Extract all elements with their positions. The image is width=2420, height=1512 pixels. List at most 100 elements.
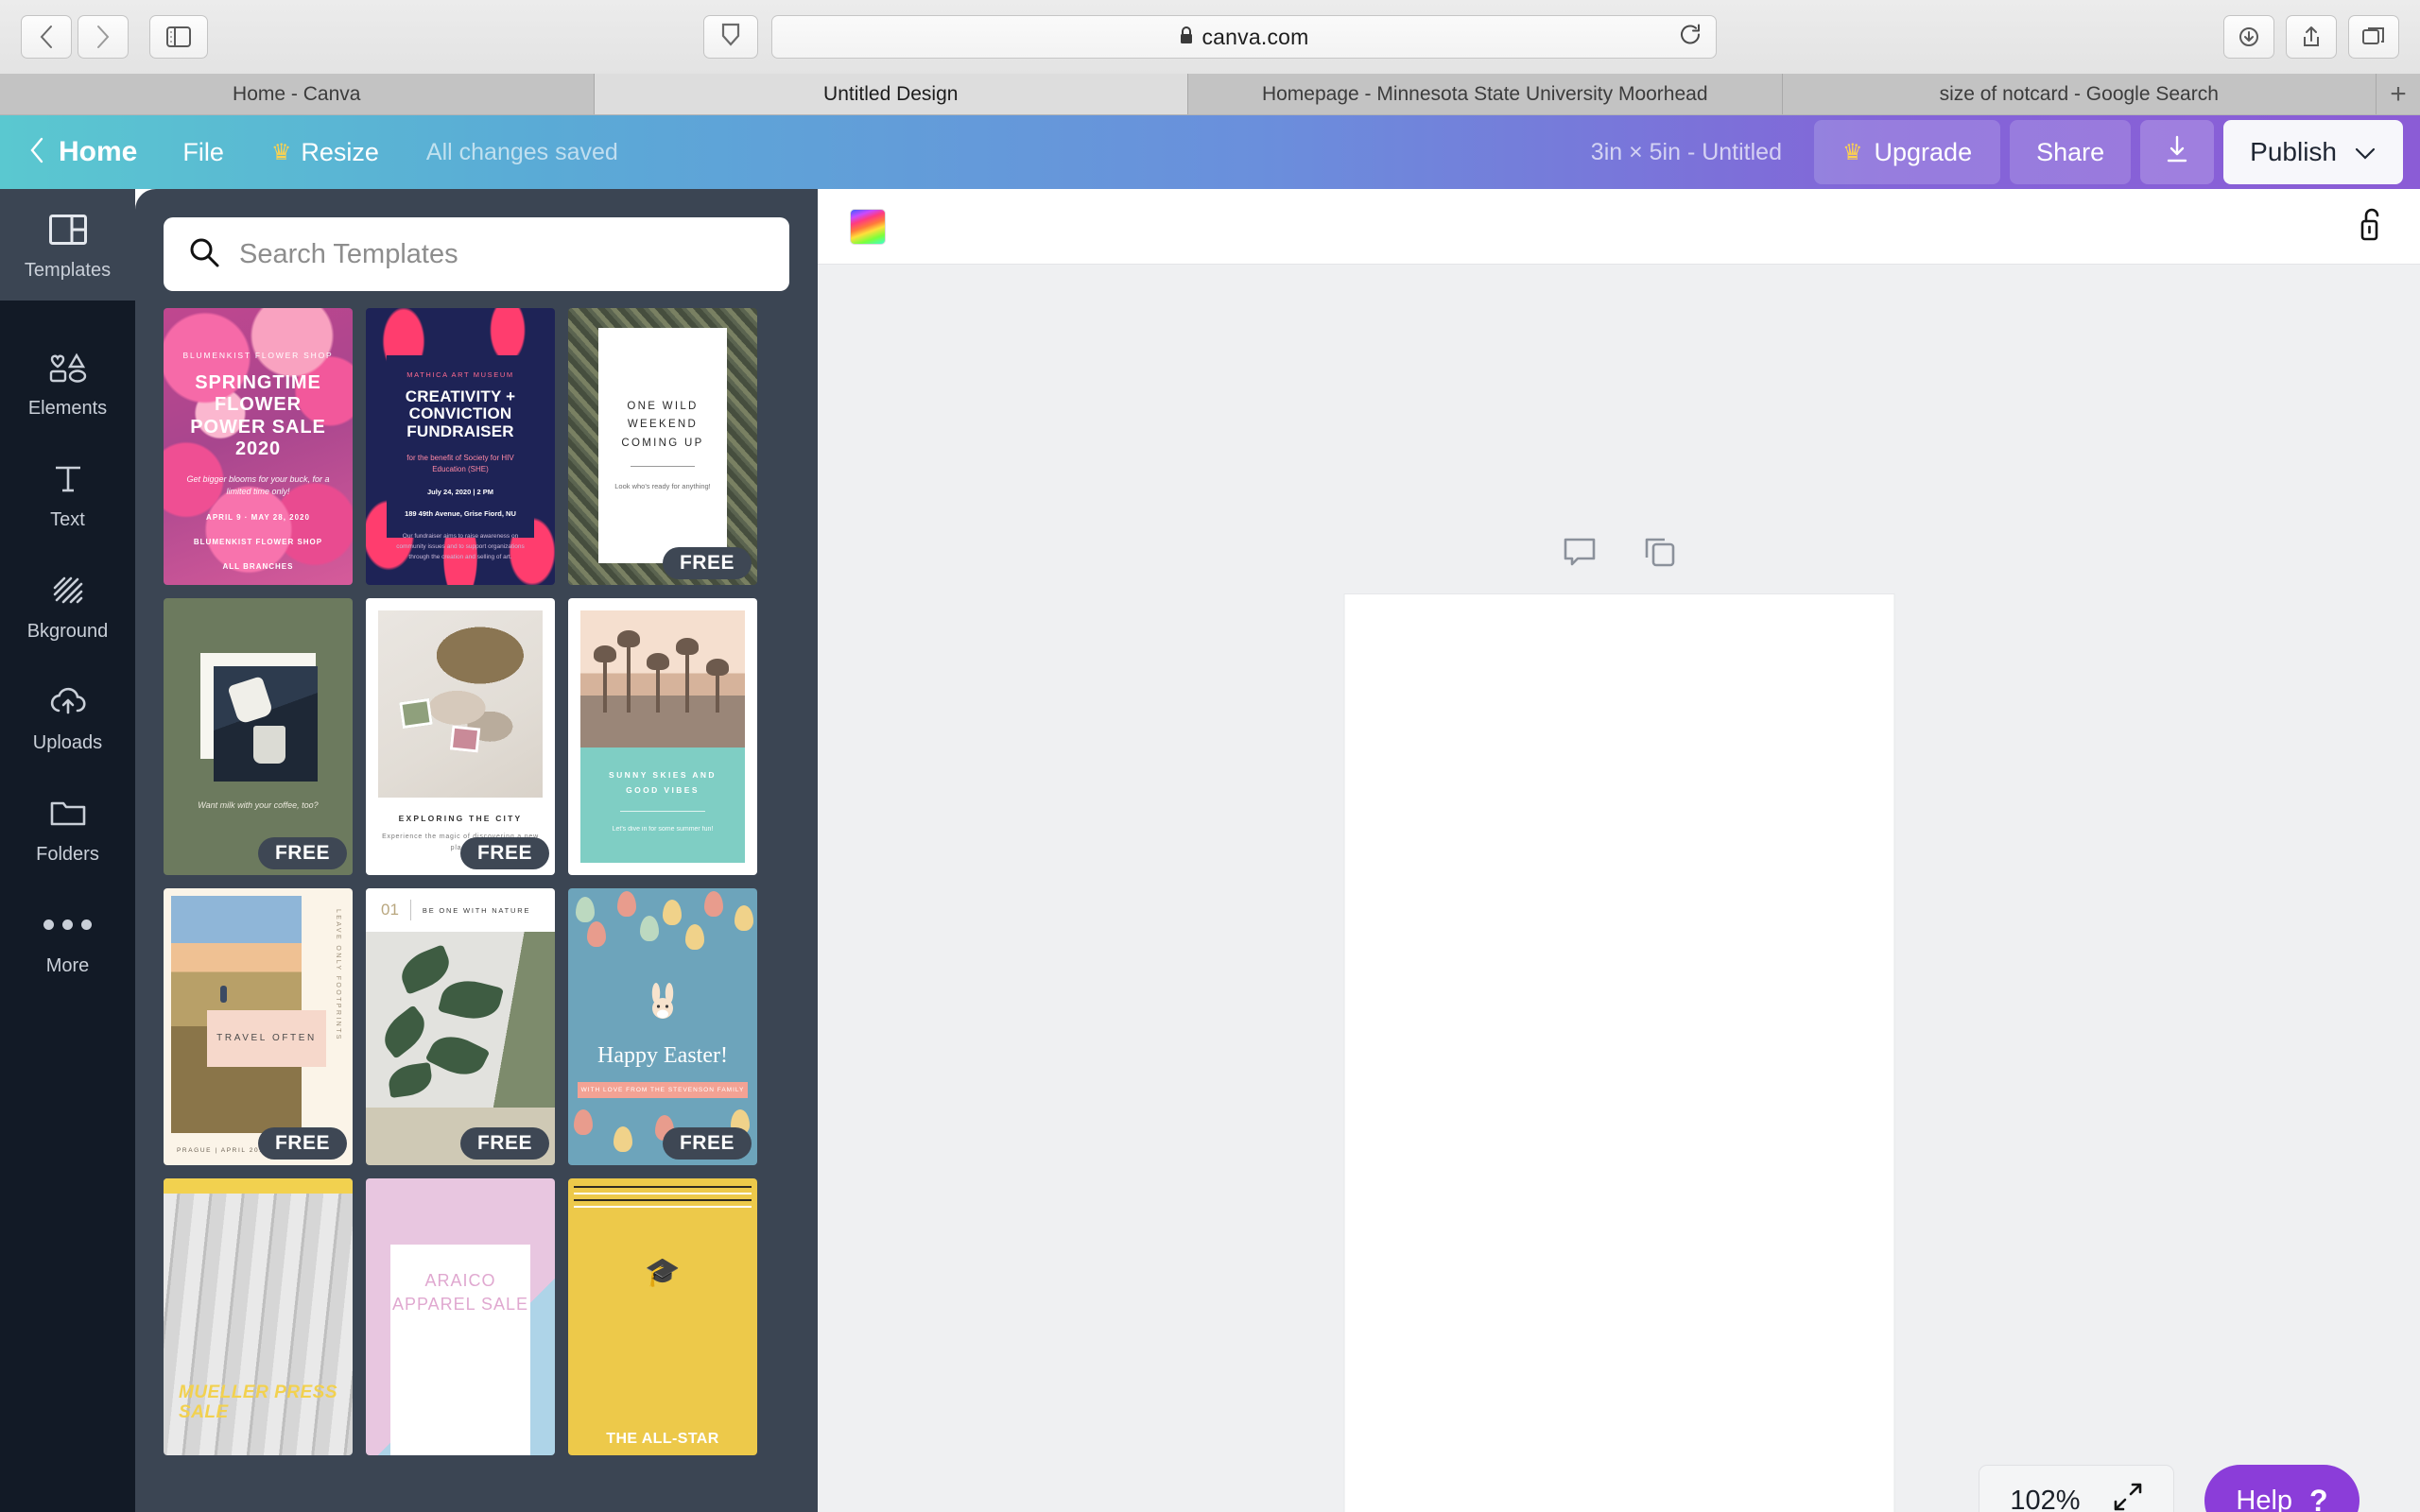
- design-page-canvas[interactable]: [1343, 593, 1894, 1512]
- sidebar-item-more[interactable]: More: [0, 885, 135, 996]
- zoom-control[interactable]: 102%: [1979, 1465, 2174, 1512]
- url-inner: canva.com: [1179, 25, 1308, 50]
- expand-arrows-icon[interactable]: [2113, 1482, 2143, 1512]
- template-body: Our fundraiser aims to raise awareness o…: [396, 533, 525, 561]
- question-mark-icon: ?: [2309, 1483, 2328, 1512]
- sidebar-item-elements[interactable]: Elements: [0, 327, 135, 438]
- file-menu-button[interactable]: File: [182, 138, 224, 167]
- coffee-photo: [214, 666, 318, 782]
- duplicate-page-button[interactable]: [1644, 537, 1676, 572]
- sidebar-item-label: Templates: [24, 259, 112, 281]
- palms-photo: [580, 610, 745, 748]
- template-fine-print: Get up to 30% off on choice blooms fresh…: [177, 584, 339, 585]
- browser-tab-active[interactable]: Untitled Design: [594, 74, 1188, 114]
- sidebar-item-text[interactable]: Text: [0, 438, 135, 550]
- file-label: File: [182, 137, 224, 166]
- back-chevron-icon: [28, 136, 45, 169]
- home-button[interactable]: Home: [28, 136, 137, 169]
- sidebar-item-label: More: [45, 954, 90, 976]
- template-card[interactable]: ONE WILD WEEKEND COMING UP Look who's re…: [568, 308, 757, 585]
- divider: [409, 900, 411, 920]
- free-badge: FREE: [257, 837, 347, 869]
- rail-spacer: [0, 301, 135, 327]
- sidebar-toggle-icon: [166, 26, 191, 47]
- unlock-icon: [2356, 208, 2388, 247]
- template-card[interactable]: Want milk with your coffee, too? FREE: [164, 598, 353, 875]
- divider: [620, 810, 705, 812]
- url-text: canva.com: [1201, 24, 1309, 49]
- chevron-down-icon: [2354, 137, 2377, 167]
- template-card[interactable]: ARAICO APPAREL SALE: [366, 1178, 555, 1455]
- help-button[interactable]: Help ?: [2204, 1465, 2360, 1512]
- template-card[interactable]: Happy Easter! WITH LOVE FROM THE STEVENS…: [568, 888, 757, 1165]
- template-card[interactable]: MATHICA ART MUSEUM CREATIVITY + CONVICTI…: [366, 308, 555, 585]
- upgrade-button[interactable]: ♛ Upgrade: [1814, 120, 2001, 184]
- share-button[interactable]: Share: [2010, 120, 2132, 184]
- sidebar-item-uploads[interactable]: Uploads: [0, 662, 135, 773]
- template-card[interactable]: EXPLORING THE CITY Experience the magic …: [366, 598, 555, 875]
- forward-button[interactable]: [78, 15, 129, 59]
- template-inner-card: ARAICO APPAREL SALE: [390, 1245, 530, 1455]
- browser-chrome: canva.com Home - Canva Untitled Design H…: [0, 0, 2420, 115]
- template-card[interactable]: SUNNY SKIES AND GOOD VIBES Let's dive in…: [568, 598, 757, 875]
- unlock-button[interactable]: [2356, 205, 2388, 248]
- share-button[interactable]: [2286, 15, 2337, 59]
- header-right-group: 3in × 5in - Untitled ♛ Upgrade Share Pub…: [1591, 115, 2420, 189]
- sidebar-item-templates[interactable]: Templates: [0, 189, 135, 301]
- divider: [631, 466, 695, 468]
- resize-label: Resize: [301, 137, 379, 166]
- tab-overview-button[interactable]: [2348, 15, 2399, 59]
- downloads-icon: [2238, 26, 2259, 48]
- sidebar-item-label: Text: [50, 508, 85, 530]
- download-button[interactable]: [2140, 120, 2215, 184]
- toolbar-right-buttons: [2223, 15, 2399, 59]
- resize-button[interactable]: ♛ Resize: [271, 138, 379, 167]
- sidebar-item-label: Bkground: [26, 620, 109, 642]
- back-button[interactable]: [21, 15, 72, 59]
- template-card[interactable]: 01 BE ONE WITH NATURE FREE: [366, 888, 555, 1165]
- comment-button[interactable]: [1563, 537, 1597, 572]
- template-card[interactable]: BLUMENKIST FLOWER SHOP SPRINGTIME FLOWER…: [164, 308, 353, 585]
- caption-band: SUNNY SKIES AND GOOD VIBES Let's dive in…: [580, 747, 745, 863]
- template-caption: Want milk with your coffee, too?: [198, 800, 319, 810]
- sidebar-item-label: Folders: [36, 843, 99, 865]
- free-badge: FREE: [459, 837, 549, 869]
- template-card[interactable]: MUELLER PRESS SALE: [164, 1178, 353, 1455]
- template-headline: ARAICO APPAREL SALE: [391, 1271, 529, 1314]
- search-wrapper: Search Templates: [135, 189, 818, 308]
- privacy-shield-button[interactable]: [703, 15, 758, 59]
- template-headline: BE ONE WITH NATURE: [422, 905, 531, 915]
- browser-tab[interactable]: Home - Canva: [0, 74, 595, 114]
- canvas-toolbar: [818, 189, 2420, 265]
- browser-tab[interactable]: Homepage - Minnesota State University Mo…: [1188, 74, 1783, 114]
- publish-button[interactable]: Publish: [2223, 120, 2403, 184]
- rainbow-color-swatch[interactable]: [850, 208, 886, 245]
- figure-silhouette: [220, 986, 228, 1004]
- background-icon: [51, 570, 85, 611]
- free-badge: FREE: [459, 1127, 549, 1160]
- template-headline: Happy Easter!: [597, 1043, 728, 1069]
- template-card[interactable]: 🎓 THE ALL-STAR: [568, 1178, 757, 1455]
- forward-chevron-icon: [95, 24, 112, 50]
- tab-overview-icon: [2362, 26, 2385, 47]
- sidebar-item-folders[interactable]: Folders: [0, 773, 135, 885]
- downloads-button[interactable]: [2223, 15, 2274, 59]
- address-bar[interactable]: canva.com: [771, 15, 1717, 59]
- template-card[interactable]: LEAVE ONLY FOOTPRINTS TRAVEL OFTEN PRAGU…: [164, 888, 353, 1165]
- template-subline: Get bigger blooms for your buck, for a l…: [186, 473, 330, 497]
- publish-label: Publish: [2250, 137, 2337, 166]
- reload-button[interactable]: [1678, 23, 1703, 52]
- plant-photo: [366, 932, 555, 1108]
- elements-icon: [48, 347, 88, 388]
- browser-tab[interactable]: size of notcard - Google Search: [1782, 74, 2377, 114]
- template-footer: PRAGUE | APRIL 2018: [177, 1147, 269, 1154]
- photo-frame: [200, 653, 318, 782]
- free-badge: FREE: [662, 1127, 752, 1160]
- sidebar-item-bkground[interactable]: Bkground: [0, 550, 135, 662]
- sidebar-toggle-button[interactable]: [149, 15, 208, 59]
- template-headline: CREATIVITY + CONVICTION FUNDRAISER: [405, 387, 516, 441]
- search-templates-box[interactable]: Search Templates: [164, 217, 789, 291]
- folder-icon: [50, 793, 86, 834]
- browser-tab-strip: Home - Canva Untitled Design Homepage - …: [0, 74, 2420, 115]
- new-tab-button[interactable]: +: [2377, 74, 2420, 114]
